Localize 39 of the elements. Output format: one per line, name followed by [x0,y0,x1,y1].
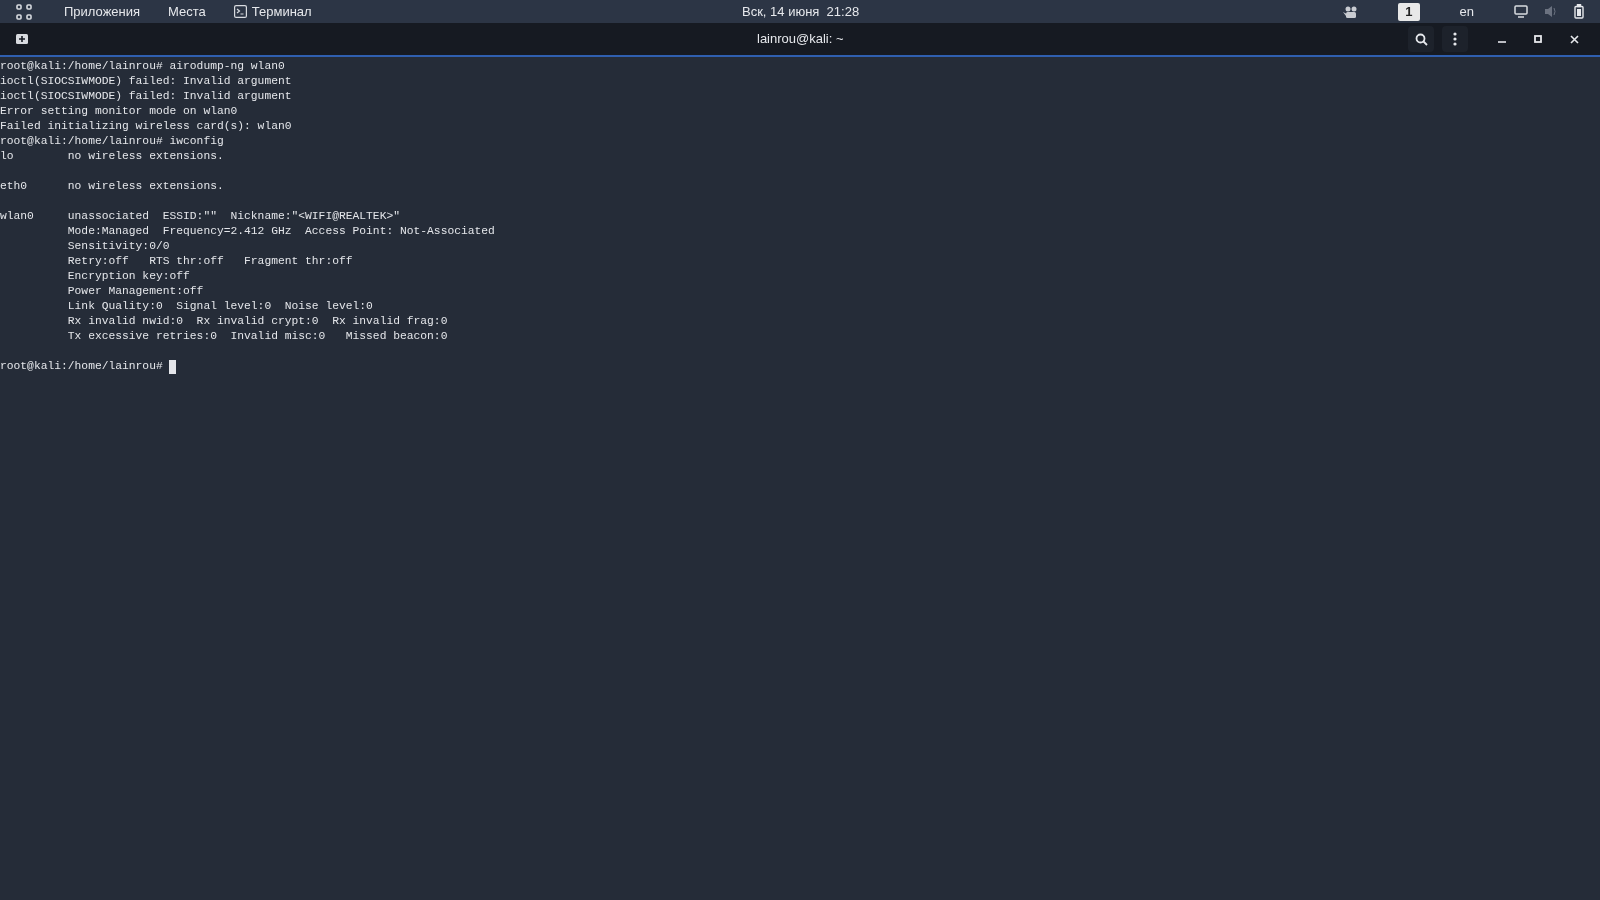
terminal-line: Tx excessive retries:0 Invalid misc:0 Missed beacon:0 [66,330,448,342]
terminal-line: lo no wireless extensions. [0,150,224,162]
terminal-line: Failed initializing wireless card(s): wlan0 [0,120,292,132]
battery-icon[interactable] [1574,4,1584,19]
terminal-prompt: root@kali:/home/lainrou# [0,359,164,374]
speaker-icon[interactable] [1544,5,1558,18]
display-icon[interactable] [1514,5,1528,18]
terminal-line: root@kali:/home/lainrou# airodump-ng wlan0 [0,60,285,72]
workspace-indicator[interactable]: 1 [1398,2,1420,21]
menu-item[interactable]: Приложения [64,1,141,22]
menu-item[interactable]: Места [168,1,206,22]
terminal-line: Power Management:off [66,285,204,297]
window-title: lainrou@kali: ~ [757,30,844,49]
terminal-line: ioctl(SIOCSIWMODE) failed: Invalid argument [0,75,292,87]
terminal-line: Rx invalid nwid:0 Rx invalid crypt:0 Rx invalid frag:0 [66,315,448,327]
terminal-line: eth0 no wireless extensions. [0,180,224,192]
menu-button[interactable] [1442,26,1468,52]
terminal-line: Encryption key:off [66,270,190,282]
keyboard-layout[interactable]: en [1459,1,1474,22]
terminal-line: Mode:Managed Frequency=2.412 GHz Access Point: Not-Associated [66,225,495,237]
terminal-line: wlan0 unassociated ESSID:"" Nickname:"<WIFI@REALTEK>" [0,210,400,222]
terminal-line: Retry:off RTS thr:off Fragment thr:off [66,255,353,267]
terminal-line: Link Quality:0 Signal level:0 Noise level:0 [66,300,373,312]
search-button[interactable] [1408,26,1434,52]
new-tab-icon [15,32,29,46]
search-icon [1414,32,1428,46]
terminal-line: ioctl(SIOCSIWMODE) failed: Invalid argument [0,90,292,102]
people-icon[interactable] [1343,5,1359,18]
terminal-line: Error setting monitor mode on wlan0 [0,105,238,117]
terminal-line: Sensitivity:0/0 [66,240,170,252]
clock[interactable]: Вск, 14 июня 21:28 [742,1,860,22]
terminal-icon [233,5,247,18]
maximize-icon [1534,35,1542,43]
close-icon [1569,34,1579,44]
terminal-line: root@kali:/home/lainrou# iwconfig [0,135,224,147]
app-menu[interactable]: Терминал [251,1,312,22]
app-grid-icon[interactable] [16,3,32,20]
kebab-menu-icon [1453,32,1457,46]
text-cursor [169,359,177,374]
